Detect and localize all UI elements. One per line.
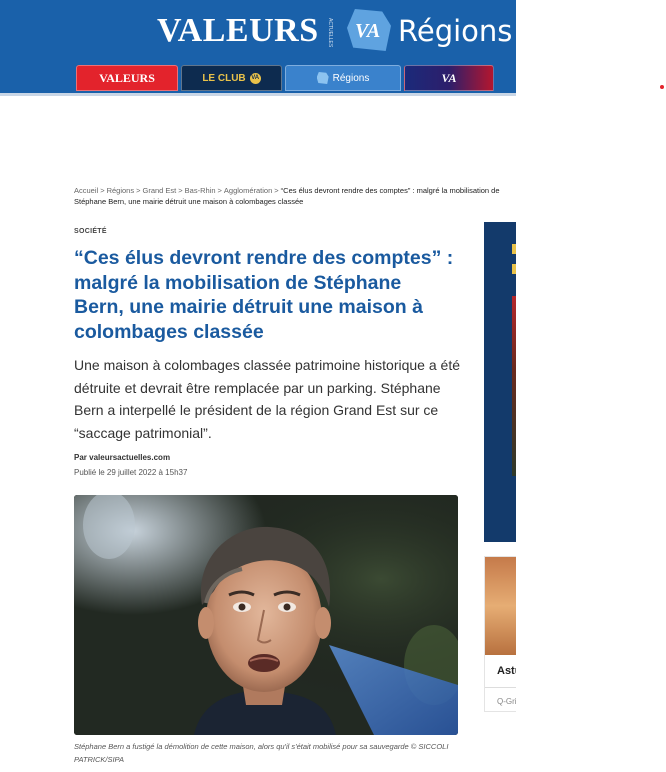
tab-valeurs-label: VALEURS — [99, 70, 155, 85]
valeurs-logo[interactable]: VALEURS — [157, 12, 319, 50]
article-lead: Une maison à colombages classée patrimoi… — [74, 357, 460, 441]
breadcrumb-agglomeration[interactable]: Agglomération — [224, 186, 272, 195]
ad-decoration — [512, 264, 516, 274]
breadcrumb: Accueil > Régions > Grand Est > Bas-Rhin > Agglo… — [74, 185, 518, 207]
photo-caption: Stéphane Bern a fustigé la démolition de… — [74, 742, 449, 764]
regions-title[interactable]: Régions — [398, 14, 512, 48]
promo-card-image — [485, 557, 516, 655]
header-divider — [0, 93, 516, 96]
tab-le-club-label: LE CLUB — [202, 72, 246, 84]
breadcrumb-regions[interactable]: Régions — [107, 186, 135, 195]
tab-va-tv[interactable]: VA — [404, 65, 494, 91]
club-badge-icon: VA — [249, 72, 261, 84]
sidebar-ad-banner[interactable] — [484, 222, 516, 542]
breadcrumb-separator: > — [136, 186, 141, 195]
tab-le-club[interactable]: LE CLUB VA — [181, 65, 282, 91]
tab-regions[interactable]: Régions — [285, 65, 401, 91]
tab-regions-label: Régions — [332, 72, 370, 84]
portrait-image — [74, 495, 458, 735]
va-map-mini-icon — [316, 72, 329, 84]
sidebar-promo-card[interactable]: Astu Q-Gri — [484, 556, 516, 712]
article-date: Publié le 29 juillet 2022 à 15h37 — [74, 468, 188, 477]
promo-card-divider — [485, 687, 516, 688]
va-logo-text: VA — [355, 20, 381, 42]
breadcrumb-accueil[interactable]: Accueil — [74, 186, 98, 195]
article-title: “Ces élus devront rendre des comptes” : … — [74, 247, 454, 343]
article-photo — [74, 495, 458, 735]
promo-card-title: Astu — [497, 665, 516, 677]
promo-card-source: Q-Gri — [497, 697, 516, 706]
breadcrumb-bas-rhin[interactable]: Bas-Rhin — [185, 186, 216, 195]
ad-image — [512, 296, 516, 476]
site-header: VALEURS ACTUELLES VA Régions VALEURS LE … — [0, 0, 516, 93]
valeurs-logo-subtitle: ACTUELLES — [327, 18, 333, 48]
article-category[interactable]: SOCIÉTÉ — [74, 228, 107, 235]
notification-dot-icon — [660, 85, 664, 89]
tab-valeurs[interactable]: VALEURS — [76, 65, 178, 91]
breadcrumb-separator: > — [274, 186, 279, 195]
breadcrumb-separator: > — [217, 186, 222, 195]
breadcrumb-separator: > — [178, 186, 183, 195]
breadcrumb-separator: > — [100, 186, 105, 195]
breadcrumb-grand-est[interactable]: Grand Est — [143, 186, 177, 195]
ad-decoration — [512, 244, 516, 254]
article-byline[interactable]: Par valeursactuelles.com — [74, 453, 170, 462]
tab-va-label: VA — [441, 70, 457, 85]
